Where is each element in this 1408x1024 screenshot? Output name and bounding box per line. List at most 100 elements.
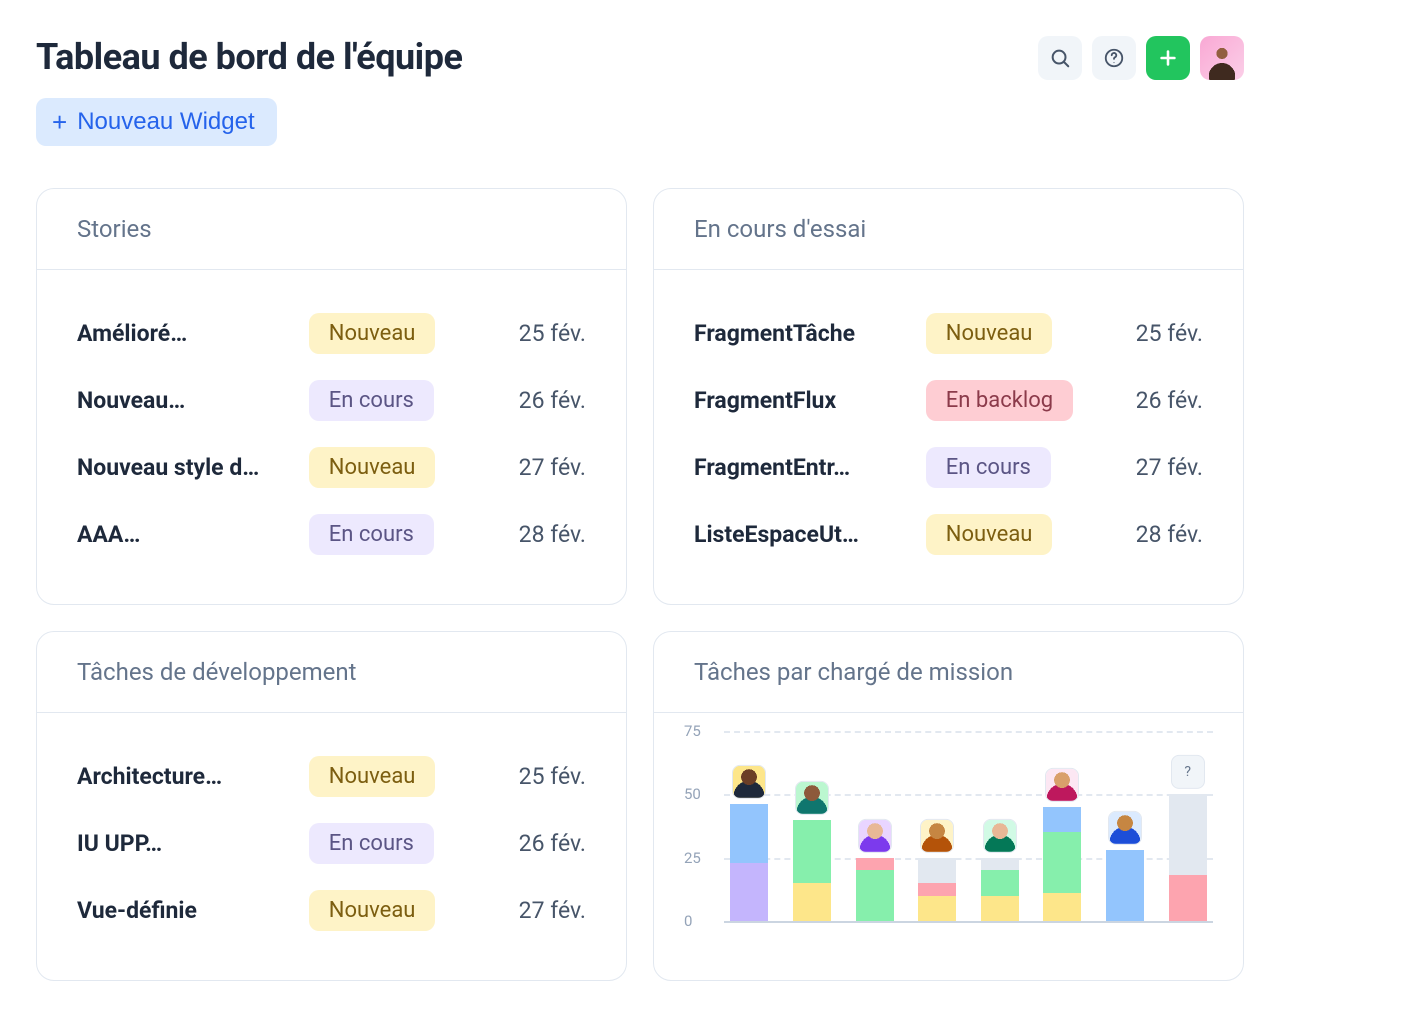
task-row[interactable]: Nouveau… En cours 26 fév. <box>77 367 586 434</box>
help-icon <box>1103 47 1125 69</box>
assignee-avatar <box>983 819 1017 853</box>
new-widget-button[interactable]: + Nouveau Widget <box>36 98 277 146</box>
task-name: Amélioré… <box>77 320 297 347</box>
task-name: FragmentFlux <box>694 387 914 414</box>
bar-column[interactable] <box>981 731 1019 921</box>
task-row[interactable]: IU UPP… En cours 26 fév. <box>77 810 586 877</box>
assignee-avatar-unassigned: ? <box>1171 755 1205 789</box>
task-name: Architecture… <box>77 763 297 790</box>
baseline <box>724 921 1213 923</box>
status-badge: En cours <box>926 447 1051 488</box>
widget-dev: Tâches de développement Architecture… No… <box>36 631 627 981</box>
task-row[interactable]: Nouveau style d… Nouveau 27 fév. <box>77 434 586 501</box>
y-tick-label: 0 <box>684 912 692 930</box>
widget-body: Architecture… Nouveau 25 fév. IU UPP… En… <box>37 713 626 980</box>
bar-column[interactable]: ? <box>1169 731 1207 921</box>
help-button[interactable] <box>1092 36 1136 80</box>
bar-segment-gray <box>981 858 1019 871</box>
widget-essai: En cours d'essai FragmentTâche Nouveau 2… <box>653 188 1244 605</box>
bars-container: ? <box>724 731 1213 921</box>
task-name: FragmentTâche <box>694 320 914 347</box>
task-date: 25 fév. <box>1097 320 1203 347</box>
widget-header: Tâches par chargé de mission <box>654 632 1243 713</box>
task-date: 25 fév. <box>480 320 586 347</box>
search-button[interactable] <box>1038 36 1082 80</box>
bar-column[interactable] <box>1043 731 1081 921</box>
bar-segment-yellow <box>1043 893 1081 921</box>
y-tick-label: 75 <box>684 722 701 740</box>
bar-segment-gray <box>918 858 956 883</box>
status-badge: Nouveau <box>926 514 1053 555</box>
y-tick-label: 50 <box>684 785 701 803</box>
task-name: IU UPP… <box>77 830 297 857</box>
task-date: 26 fév. <box>480 387 586 414</box>
user-avatar[interactable] <box>1200 36 1244 80</box>
assignee-avatar <box>732 765 766 799</box>
task-name: FragmentEntr… <box>694 454 914 481</box>
status-badge: Nouveau <box>309 313 436 354</box>
assignee-avatar <box>1045 768 1079 802</box>
task-date: 28 fév. <box>480 521 586 548</box>
status-badge: En cours <box>309 380 434 421</box>
bar-segment-green <box>1043 832 1081 893</box>
search-icon <box>1049 47 1071 69</box>
task-name: ListeEspaceUt… <box>694 521 914 548</box>
plus-icon: + <box>52 109 67 135</box>
bar-column[interactable] <box>793 731 831 921</box>
bar-segment-pink <box>918 883 956 896</box>
task-date: 27 fév. <box>1097 454 1203 481</box>
status-badge: En backlog <box>926 380 1073 421</box>
status-badge: Nouveau <box>309 447 436 488</box>
widget-header: Tâches de développement <box>37 632 626 713</box>
task-row[interactable]: AAA… En cours 28 fév. <box>77 501 586 568</box>
task-row[interactable]: FragmentEntr… En cours 27 fév. <box>694 434 1203 501</box>
status-badge: Nouveau <box>309 890 436 931</box>
status-badge: En cours <box>309 514 434 555</box>
bar-segment-green <box>856 870 894 921</box>
task-row[interactable]: Architecture… Nouveau 25 fév. <box>77 743 586 810</box>
bar-segment-yellow <box>793 883 831 921</box>
bar-segment-gray <box>1169 794 1207 875</box>
task-date: 25 fév. <box>480 763 586 790</box>
status-badge: Nouveau <box>926 313 1053 354</box>
task-row[interactable]: Vue-définie Nouveau 27 fév. <box>77 877 586 944</box>
task-row[interactable]: ListeEspaceUt… Nouveau 28 fév. <box>694 501 1203 568</box>
header-actions <box>1038 36 1244 80</box>
bar-segment-purple <box>730 863 768 921</box>
task-row[interactable]: FragmentFlux En backlog 26 fév. <box>694 367 1203 434</box>
header: Tableau de bord de l'équipe <box>36 36 1244 80</box>
widget-title: Tâches de développement <box>77 658 586 686</box>
widget-assignee-chart: Tâches par chargé de mission 75 50 25 0 … <box>653 631 1244 981</box>
task-date: 27 fév. <box>480 454 586 481</box>
bar-segment-pink <box>1169 875 1207 921</box>
widget-title: En cours d'essai <box>694 215 1203 243</box>
bar-segment-yellow <box>981 896 1019 921</box>
assignee-avatar <box>858 819 892 853</box>
widget-body: 75 50 25 0 ? <box>654 713 1243 921</box>
widget-header: En cours d'essai <box>654 189 1243 270</box>
bar-segment-yellow <box>918 896 956 921</box>
bar-column[interactable] <box>1106 731 1144 921</box>
bar-segment-blue <box>1106 850 1144 921</box>
task-row[interactable]: FragmentTâche Nouveau 25 fév. <box>694 300 1203 367</box>
create-button[interactable] <box>1146 36 1190 80</box>
bar-column[interactable] <box>730 731 768 921</box>
assignee-bar-chart: 75 50 25 0 ? <box>684 731 1213 921</box>
bar-segment-green <box>793 820 831 883</box>
plus-icon <box>1157 47 1179 69</box>
task-date: 26 fév. <box>480 830 586 857</box>
assignee-avatar <box>1108 811 1142 845</box>
assignee-avatar <box>795 781 829 815</box>
page-title: Tableau de bord de l'équipe <box>36 36 462 78</box>
bar-column[interactable] <box>918 731 956 921</box>
task-row[interactable]: Amélioré… Nouveau 25 fév. <box>77 300 586 367</box>
widget-title: Stories <box>77 215 586 243</box>
task-name: AAA… <box>77 521 297 548</box>
bar-column[interactable] <box>856 731 894 921</box>
widget-header: Stories <box>37 189 626 270</box>
status-badge: Nouveau <box>309 756 436 797</box>
task-name: Vue-définie <box>77 897 297 924</box>
widget-body: Amélioré… Nouveau 25 fév. Nouveau… En co… <box>37 270 626 604</box>
bar-segment-blue <box>730 804 768 862</box>
task-date: 28 fév. <box>1097 521 1203 548</box>
